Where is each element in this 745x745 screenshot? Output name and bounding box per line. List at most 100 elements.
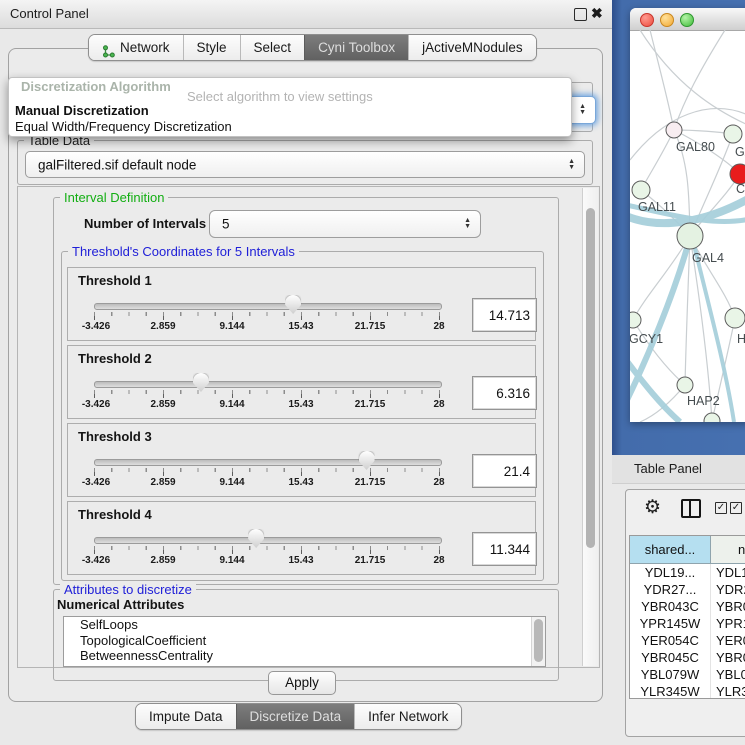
network-canvas[interactable]: GAL80 GA C GAL11 GAL4 GCY1 H HAP2: [630, 30, 745, 422]
minimize-traffic-light[interactable]: [660, 13, 674, 27]
table-row[interactable]: YBL079WYBL0: [630, 666, 745, 683]
tick-label: -3.426: [82, 555, 110, 566]
numerical-attributes-label: Numerical Attributes: [57, 597, 184, 612]
tick-label: 2.859: [150, 399, 175, 410]
cell: YBR045C: [630, 649, 711, 666]
tab-infer-network[interactable]: Infer Network: [354, 704, 461, 729]
cell: YLR345W: [630, 683, 711, 699]
table-row[interactable]: YER054CYER0: [630, 632, 745, 649]
cell: YBL079W: [630, 666, 711, 683]
slider-ticks-minor: [94, 312, 441, 316]
apply-button[interactable]: Apply: [268, 671, 336, 695]
tick-label: -3.426: [82, 477, 110, 488]
threshold-row: Threshold 1 -3.426 2.859 9.144 15.43 21.…: [67, 267, 536, 341]
node-table: shared... na YDL19...YDL1 YDR27...YDR2 Y…: [629, 535, 745, 699]
tab-network-label: Network: [120, 35, 170, 60]
tab-discretize-data-label: Discretize Data: [250, 704, 342, 729]
tick-label: 15.43: [288, 321, 313, 332]
threshold-value-field[interactable]: [472, 532, 537, 566]
table-row[interactable]: YDL19...YDL1: [630, 564, 745, 581]
node-label: HAP2: [687, 394, 720, 408]
combo-arrows-icon: ▲▼: [568, 159, 575, 171]
node-h[interactable]: [725, 308, 745, 328]
node-label: C: [736, 182, 745, 196]
node-hap2[interactable]: [677, 377, 693, 393]
control-panel-title: Control Panel: [10, 6, 89, 21]
table-row[interactable]: YBR043CYBR0: [630, 598, 745, 615]
zoom-traffic-light[interactable]: [680, 13, 694, 27]
network-icon: [102, 41, 115, 54]
table-row[interactable]: YBR045CYBR0: [630, 649, 745, 666]
node-bottom[interactable]: [704, 413, 720, 422]
split-pane-icon[interactable]: [681, 499, 701, 518]
threshold-label: Threshold 3: [78, 429, 152, 444]
slider-ticks-minor: [94, 546, 441, 550]
threshold-value-field[interactable]: [472, 298, 537, 332]
tab-infer-network-label: Infer Network: [368, 704, 448, 729]
node-gal11[interactable]: [632, 181, 650, 199]
tab-discretize-data[interactable]: Discretize Data: [236, 704, 355, 729]
combo-arrows-icon: ▲▼: [579, 104, 586, 116]
numerical-attributes-list[interactable]: SelfLoops TopologicalCoefficient Between…: [63, 616, 546, 667]
threshold-label: Threshold 1: [78, 273, 152, 288]
node-gcy1[interactable]: [630, 312, 641, 328]
cell: YPR145W: [630, 615, 711, 632]
table-data-combo[interactable]: galFiltered.sif default node ▲▼: [25, 151, 585, 178]
tab-select[interactable]: Select: [240, 35, 305, 60]
column-header-name[interactable]: na: [711, 536, 745, 563]
tick-label: 9.144: [219, 555, 244, 566]
checkbox-checked-icon[interactable]: ✓: [730, 502, 742, 514]
option-manual-discretization[interactable]: Manual Discretization: [14, 103, 567, 118]
network-nodes: [630, 122, 745, 422]
number-of-intervals-combo[interactable]: 5 ▲▼: [209, 210, 481, 238]
tick-label: 21.715: [355, 399, 386, 410]
table-row[interactable]: YLR345WYLR3: [630, 683, 745, 699]
tab-select-label: Select: [254, 35, 292, 60]
node-gal80[interactable]: [666, 122, 682, 138]
column-header-shared-name[interactable]: shared...: [630, 536, 711, 563]
list-scrollbar[interactable]: [531, 617, 545, 666]
node-highlighted[interactable]: [730, 164, 745, 184]
settings-scrollpane: Interval Definition Number of Intervals …: [17, 186, 600, 668]
list-scrollbar-thumb[interactable]: [534, 619, 543, 662]
list-item[interactable]: BetweennessCentrality: [64, 648, 545, 664]
tab-impute-data[interactable]: Impute Data: [136, 704, 236, 729]
threshold-slider[interactable]: [94, 381, 442, 388]
table-data-combo-value: galFiltered.sif default node: [38, 157, 196, 172]
number-of-intervals-value: 5: [222, 217, 230, 232]
checkbox-checked-icon[interactable]: ✓: [715, 502, 727, 514]
tab-style[interactable]: Style: [183, 35, 240, 60]
tick-label: 15.43: [288, 555, 313, 566]
tab-jactivemnodules[interactable]: jActiveMNodules: [408, 35, 536, 60]
algorithm-hint-text: Select algorithm to view settings: [187, 89, 373, 104]
option-equal-width-frequency[interactable]: Equal Width/Frequency Discretization: [14, 119, 567, 134]
node-gal4[interactable]: [677, 223, 703, 249]
number-of-intervals-label: Number of Intervals: [84, 216, 206, 231]
threshold-slider[interactable]: [94, 459, 442, 466]
threshold-value-field[interactable]: [472, 376, 537, 410]
list-item[interactable]: TopologicalCoefficient: [64, 633, 545, 649]
thresholds-group-title: Threshold's Coordinates for 5 Intervals: [68, 244, 299, 259]
table-row[interactable]: YDR27...YDR2: [630, 581, 745, 598]
tab-network[interactable]: Network: [89, 35, 183, 60]
table-row[interactable]: YPR145WYPR1: [630, 615, 745, 632]
vertical-scrollbar-thumb[interactable]: [586, 208, 595, 548]
close-traffic-light[interactable]: [640, 13, 654, 27]
float-window-icon[interactable]: [574, 8, 587, 21]
tab-style-label: Style: [197, 35, 227, 60]
gear-icon[interactable]: ⚙: [644, 496, 661, 519]
slider-ticks-minor: [94, 468, 441, 472]
threshold-row: Threshold 3 -3.426 2.859 9.144 15.43 21.…: [67, 423, 536, 497]
vertical-scrollbar[interactable]: [582, 188, 598, 666]
threshold-slider[interactable]: [94, 537, 442, 544]
node-label: GA: [735, 145, 745, 159]
cell: YER0: [711, 632, 745, 649]
cell: YDL1: [711, 564, 745, 581]
threshold-slider[interactable]: [94, 303, 442, 310]
tick-label: 28: [433, 399, 444, 410]
list-item[interactable]: SelfLoops: [64, 617, 545, 633]
tab-cyni-toolbox[interactable]: Cyni Toolbox: [304, 35, 408, 60]
node-ga[interactable]: [724, 125, 742, 143]
close-icon[interactable]: ✖: [591, 5, 603, 22]
threshold-value-field[interactable]: [472, 454, 537, 488]
